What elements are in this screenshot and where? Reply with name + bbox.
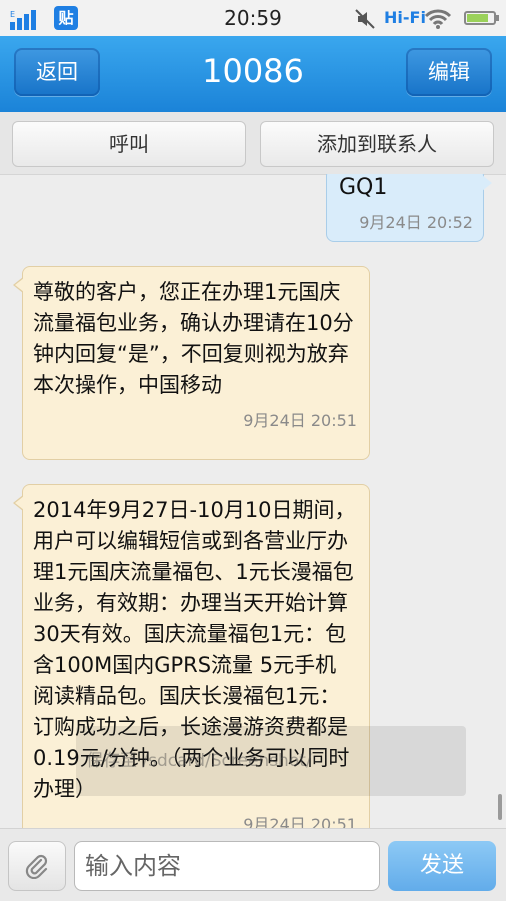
message-list[interactable]: GQ1 9月24日 20:52 尊敬的客户，您正在办理1元国庆流量福包业务，确认… [0,174,506,828]
message-time: 9月24日 20:52 [359,213,473,232]
status-bar: E 贴 20:59 Hi-Fi [0,0,506,36]
title-bar: 返回 10086 编辑 [0,36,506,112]
incoming-message[interactable]: 尊敬的客户，您正在办理1元国庆流量福包业务，确认办理请在10分钟内回复“是”，不… [13,266,370,460]
edit-button[interactable]: 编辑 [406,48,492,96]
mute-icon [355,9,375,29]
screenshot-toast: 保存至 /sdcard/Screenshot/ [76,726,466,796]
message-text: 尊敬的客户，您正在办理1元国庆流量福包业务，确认办理请在10分钟内回复“是”，不… [33,280,354,397]
action-bar: 呼叫 添加到联系人 [0,112,506,175]
message-input[interactable] [74,841,380,891]
battery-cap [496,15,499,21]
paperclip-icon [25,854,48,879]
wifi-icon [424,9,452,29]
message-time: 9月24日 20:51 [243,411,357,430]
message-time: 9月24日 20:51 [243,815,357,828]
add-to-contacts-button[interactable]: 添加到联系人 [260,121,494,167]
composer-bar: 发送 [0,828,506,901]
battery-icon [464,11,499,25]
message-text: GQ1 [339,175,388,200]
hifi-label: Hi-Fi [384,8,426,27]
call-button[interactable]: 呼叫 [12,121,246,167]
send-button[interactable]: 发送 [388,841,496,891]
attach-button[interactable] [8,841,66,891]
outgoing-message[interactable]: GQ1 9月24日 20:52 [326,174,492,242]
scrollbar[interactable] [498,794,502,820]
battery-level [467,14,488,22]
